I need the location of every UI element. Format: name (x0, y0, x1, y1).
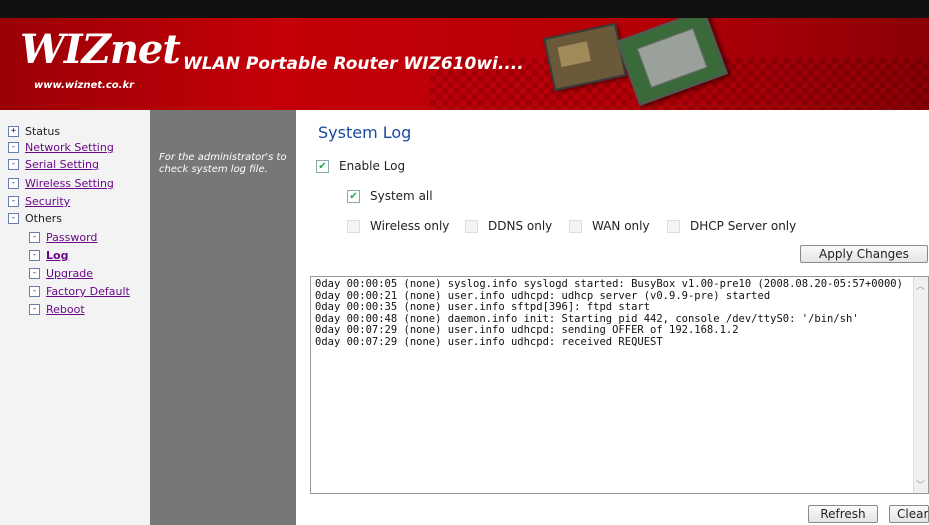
collapse-icon: - (8, 159, 19, 170)
log-scrollbar[interactable]: ︿ ﹀ (913, 277, 928, 493)
collapse-icon[interactable]: - (8, 213, 19, 224)
sidebar-item-label[interactable]: Network Setting (25, 141, 114, 154)
collapse-icon: - (29, 250, 40, 261)
sidebar-item-label[interactable]: Wireless Setting (25, 177, 114, 190)
scroll-up-icon[interactable]: ︿ (916, 279, 925, 292)
collapse-icon: - (8, 196, 19, 207)
expand-icon[interactable]: + (8, 126, 19, 137)
sidebar-item-log[interactable]: - Log (29, 249, 68, 262)
logo-url: www.wiznet.co.kr (34, 80, 135, 91)
description-column: For the administrator's to check system … (150, 110, 296, 525)
collapse-icon: - (29, 286, 40, 297)
sidebar-item-upgrade[interactable]: - Upgrade (29, 267, 93, 280)
sidebar-item-label[interactable]: Log (46, 249, 68, 262)
clear-button[interactable]: Clear (889, 505, 929, 523)
enable-log-checkbox[interactable]: ✔ Enable Log (316, 159, 405, 173)
sidebar-item-label[interactable]: Security (25, 195, 70, 208)
sidebar-item-wireless-setting[interactable]: - Wireless Setting (8, 177, 114, 190)
dhcp-server-only-checkbox[interactable]: DHCP Server only (667, 219, 796, 233)
system-all-checkbox[interactable]: ✔ System all (347, 189, 433, 203)
collapse-icon: - (8, 142, 19, 153)
wan-only-label: WAN only (592, 219, 650, 233)
sidebar-item-password[interactable]: - Password (29, 231, 97, 244)
system-all-label: System all (370, 189, 433, 203)
sidebar-item-label[interactable]: Upgrade (46, 267, 93, 280)
checkbox-box[interactable] (569, 219, 582, 233)
checkbox-box[interactable] (347, 219, 360, 233)
page-description: For the administrator's to check system … (159, 152, 287, 175)
sidebar-item-security[interactable]: - Security (8, 195, 70, 208)
sidebar-item-label[interactable]: Password (46, 231, 97, 244)
collapse-icon: - (29, 232, 40, 243)
header-banner: WIZnet www.wiznet.co.kr WLAN Portable Ro… (0, 18, 929, 110)
logo: WIZnet (20, 26, 181, 73)
refresh-button[interactable]: Refresh (808, 505, 878, 523)
collapse-icon: - (29, 304, 40, 315)
checkmark-icon[interactable]: ✔ (347, 189, 360, 203)
sidebar-item-factory-default[interactable]: - Factory Default (29, 285, 130, 298)
sidebar-item-network-setting[interactable]: - Network Setting (8, 141, 114, 154)
sidebar-item-serial-setting[interactable]: - Serial Setting (8, 158, 99, 171)
collapse-icon: - (29, 268, 40, 279)
sidebar-item-others[interactable]: - Others (8, 212, 62, 225)
sidebar-item-label[interactable]: Reboot (46, 303, 85, 316)
sidebar-item-label[interactable]: Serial Setting (25, 158, 99, 171)
collapse-icon: - (8, 178, 19, 189)
sidebar-item-status[interactable]: + Status (8, 125, 60, 138)
enable-log-label: Enable Log (339, 159, 406, 173)
log-textarea[interactable]: 0day 00:00:05 (none) syslog.info syslogd… (310, 276, 929, 494)
sidebar-item-label: Others (25, 212, 62, 225)
wireless-only-label: Wireless only (370, 219, 450, 233)
wan-only-checkbox[interactable]: WAN only (569, 219, 650, 233)
sidebar-item-reboot[interactable]: - Reboot (29, 303, 85, 316)
sidebar: + Status - Network Setting - Serial Sett… (0, 110, 150, 525)
ddns-only-checkbox[interactable]: DDNS only (465, 219, 552, 233)
ddns-only-label: DDNS only (488, 219, 553, 233)
checkmark-icon[interactable]: ✔ (316, 159, 329, 173)
banner-title: WLAN Portable Router WIZ610wi.... (183, 54, 524, 74)
page-title: System Log (318, 123, 412, 142)
dhcp-server-only-label: DHCP Server only (690, 219, 797, 233)
wireless-only-checkbox[interactable]: Wireless only (347, 219, 449, 233)
checkbox-box[interactable] (465, 219, 478, 233)
sidebar-item-label[interactable]: Factory Default (46, 285, 130, 298)
log-content: 0day 00:00:05 (none) syslog.info syslogd… (315, 278, 903, 348)
scroll-down-icon[interactable]: ﹀ (916, 478, 925, 491)
sidebar-item-label: Status (25, 125, 61, 138)
apply-changes-button[interactable]: Apply Changes (800, 245, 928, 263)
top-bar (0, 0, 929, 18)
checkbox-box[interactable] (667, 219, 680, 233)
